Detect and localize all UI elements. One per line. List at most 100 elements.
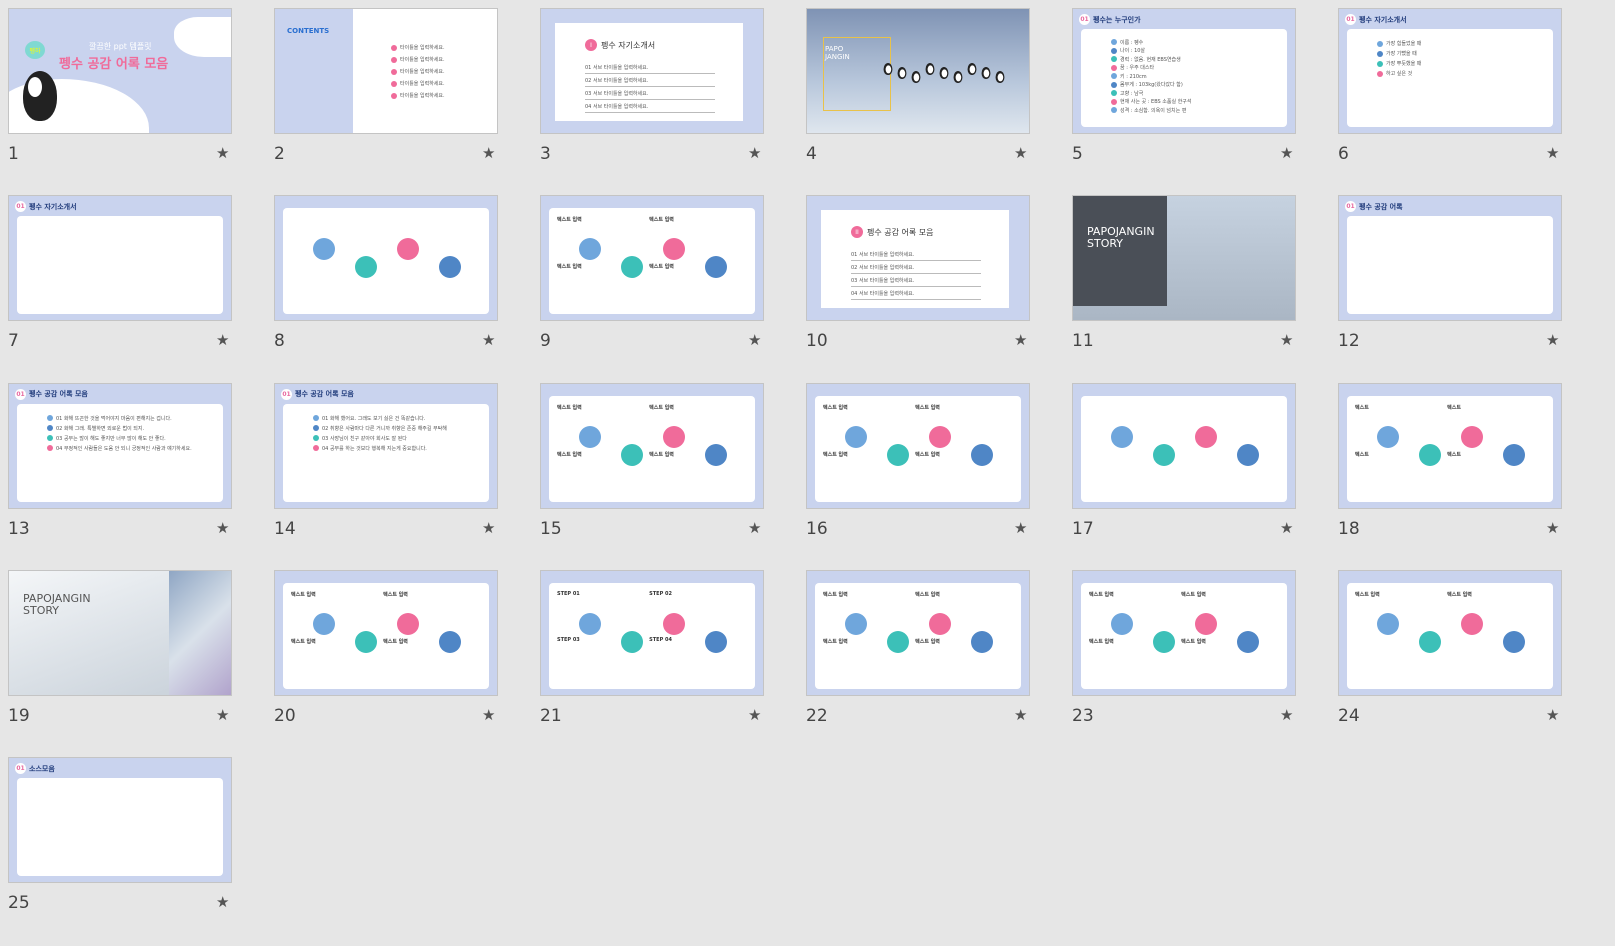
slide-preview[interactable]: CONTENTS 타이틀을 입력하세요. 타이틀을 입력하세요. 타이틀을 입력하세요… xyxy=(274,8,498,134)
star-icon[interactable]: ★ xyxy=(748,519,761,537)
content-panel: 텍스트 입력 텍스트 입력 텍스트 입력 텍스트 입력 xyxy=(815,582,1021,689)
slide-preview[interactable]: 01 화해 했어요. 그래도 보기 싫은 건 똑같습니다. 02 취향은 사람마다… xyxy=(274,382,498,509)
slide-thumbnail-19[interactable]: PAPOJANGIN STORY 19 ★ xyxy=(8,569,232,740)
star-icon[interactable]: ★ xyxy=(216,519,229,537)
slide-thumbnail-6[interactable]: 가장 힘들었을 때 가장 기뻤을 때 가장 뿌듯했을 때 하고 싶은 것 01 펭수 자기… xyxy=(1338,8,1562,178)
content-panel xyxy=(283,208,489,315)
slide-thumbnail-1[interactable]: 깔끔한 ppt 템플릿 펭수 공감 어록 모음 펭하 1 ★ xyxy=(8,8,232,178)
slide-thumbnail-10[interactable]: II 펭수 공감 어록 모음 01 서브 타이틀을 입력하세요. 02 서브 타이틀을… xyxy=(806,195,1030,365)
slide-preview[interactable]: 텍스트 입력 텍스트 입력 텍스트 입력 텍스트 입력 xyxy=(1072,569,1296,696)
slide-thumbnail-18[interactable]: 텍스트 텍스트 텍스트 텍스트 18 ★ xyxy=(1338,382,1562,553)
slide-thumbnail-24[interactable]: 텍스트 입력 텍스트 입력 24 ★ xyxy=(1338,569,1562,740)
slide-thumbnail-7[interactable]: 01 펭수 자기소개서 7 ★ xyxy=(8,195,232,365)
star-icon[interactable]: ★ xyxy=(482,144,495,162)
star-icon[interactable]: ★ xyxy=(1014,519,1027,537)
slide-preview[interactable]: 01 펭수 공감 어록 xyxy=(1338,195,1562,322)
content-item-text: 텍스트 입력 xyxy=(1089,638,1114,645)
star-icon[interactable]: ★ xyxy=(1546,331,1559,349)
bullet xyxy=(313,445,319,452)
star-icon[interactable]: ★ xyxy=(216,144,229,162)
star-icon[interactable]: ★ xyxy=(1546,144,1559,162)
content-item-text: STEP 04 xyxy=(649,636,672,643)
slide-thumbnail-12[interactable]: 01 펭수 공감 어록 12 ★ xyxy=(1338,195,1562,365)
star-icon[interactable]: ★ xyxy=(216,706,229,724)
star-icon[interactable]: ★ xyxy=(1280,706,1293,724)
slide-preview[interactable]: II 펭수 공감 어록 모음 01 서브 타이틀을 입력하세요. 02 서브 타이틀을… xyxy=(806,195,1030,322)
star-icon[interactable]: ★ xyxy=(482,331,495,349)
slide-preview[interactable]: PAPOJANGIN STORY xyxy=(8,569,232,696)
slide-preview[interactable] xyxy=(1072,382,1296,509)
content-item-text: 나이 : 10살 xyxy=(1120,48,1146,54)
star-icon[interactable]: ★ xyxy=(1014,331,1027,349)
slide-preview[interactable]: 텍스트 텍스트 텍스트 텍스트 xyxy=(1338,382,1562,509)
slide-preview[interactable]: I 펭수 자기소개서 01 서브 타이틀을 입력하세요. 02 서브 타이틀을 입력하… xyxy=(540,8,764,134)
slide-preview[interactable]: PAPO JANGIN xyxy=(806,8,1030,134)
slide-preview[interactable]: STEP 01 STEP 02 STEP 03 STEP 04 xyxy=(540,569,764,696)
slide-thumbnail-22[interactable]: 텍스트 입력 텍스트 입력 텍스트 입력 텍스트 입력 22 ★ xyxy=(806,569,1030,740)
penguin-group xyxy=(939,67,949,79)
slide-preview[interactable]: 01 소스모음 xyxy=(8,757,232,884)
slide-thumbnail-21[interactable]: STEP 01 STEP 02 STEP 03 STEP 04 21 ★ xyxy=(540,569,764,740)
slide-number: 8 xyxy=(274,331,285,352)
slide-preview[interactable]: 텍스트 입력 텍스트 입력 xyxy=(1338,569,1562,696)
slide-thumbnail-25[interactable]: 01 소스모음 25 ★ xyxy=(8,757,232,927)
star-icon[interactable]: ★ xyxy=(1280,519,1293,537)
slide-preview[interactable]: 텍스트 입력 텍스트 입력 텍스트 입력 텍스트 입력 xyxy=(806,382,1030,509)
slide-thumbnail-13[interactable]: 01 화해 뜨끈한 것을 먹어야지 마음이 편해지는 겁니다. 02 화해 그래.… xyxy=(8,382,232,553)
penguin-illustration xyxy=(23,71,57,121)
slide-thumbnail-11[interactable]: PAPOJANGIN STORY 11 ★ xyxy=(1072,195,1296,365)
slide-preview[interactable]: 01 화해 뜨끈한 것을 먹어야지 마음이 편해지는 겁니다. 02 화해 그래.… xyxy=(8,382,232,509)
content-item-text: 텍스트 입력 xyxy=(383,638,408,645)
slide-preview[interactable]: 01 펭수 자기소개서 xyxy=(8,195,232,322)
content-item: 02 취향은 사람마다 다른 거니까 취향은 존중 해주길 부탁해 xyxy=(313,425,483,432)
slide-thumbnail-5[interactable]: 이름 : 펭수 나이 : 10살 경력 : 없음. 현재 EBS연습생 꿈 : 우주 … xyxy=(1072,8,1296,178)
content-item: 텍스트 입력 xyxy=(823,638,915,645)
content-list: 텍스트 입력 텍스트 입력 텍스트 입력 텍스트 입력 xyxy=(557,216,749,270)
slide-preview[interactable]: 가장 힘들었을 때 가장 기뻤을 때 가장 뿌듯했을 때 하고 싶은 것 01 펭수 자기… xyxy=(1338,8,1562,134)
slide-preview[interactable]: 깔끔한 ppt 템플릿 펭수 공감 어록 모음 펭하 xyxy=(8,8,232,134)
slide-number: 12 xyxy=(1338,331,1360,352)
slide-preview[interactable]: 텍스트 입력 텍스트 입력 텍스트 입력 텍스트 입력 xyxy=(274,569,498,696)
content-list: 가장 힘들었을 때 가장 기뻤을 때 가장 뿌듯했을 때 하고 싶은 것 xyxy=(1377,37,1547,80)
slide-preview[interactable]: 이름 : 펭수 나이 : 10살 경력 : 없음. 현재 EBS연습생 꿈 : 우주 … xyxy=(1072,8,1296,134)
star-icon[interactable]: ★ xyxy=(216,893,229,911)
slide-thumbnail-3[interactable]: I 펭수 자기소개서 01 서브 타이틀을 입력하세요. 02 서브 타이틀을 입력하… xyxy=(540,8,764,178)
content-item-text: 04 부정적인 사람들은 도움 안 되니 긍정적인 사람과 얘기하세요. xyxy=(56,445,192,452)
star-icon[interactable]: ★ xyxy=(1280,144,1293,162)
slide-thumbnail-16[interactable]: 텍스트 입력 텍스트 입력 텍스트 입력 텍스트 입력 16 ★ xyxy=(806,382,1030,553)
star-icon[interactable]: ★ xyxy=(482,519,495,537)
slide-number: 13 xyxy=(8,518,30,539)
content-item: 텍스트 입력 xyxy=(1447,591,1539,598)
slide-header: 01 펭수 자기소개서 xyxy=(1345,14,1407,25)
star-icon[interactable]: ★ xyxy=(1546,519,1559,537)
content-item-text: 01 화해 했어요. 그래도 보기 싫은 건 똑같습니다. xyxy=(322,415,426,422)
slide-preview[interactable] xyxy=(274,195,498,322)
slide-number: 20 xyxy=(274,705,296,726)
slide-thumbnail-15[interactable]: 텍스트 입력 텍스트 입력 텍스트 입력 텍스트 입력 15 ★ xyxy=(540,382,764,553)
slide-thumbnail-17[interactable]: 17 ★ xyxy=(1072,382,1296,553)
slide-preview[interactable]: 텍스트 입력 텍스트 입력 텍스트 입력 텍스트 입력 xyxy=(540,195,764,322)
slide-preview[interactable]: 텍스트 입력 텍스트 입력 텍스트 입력 텍스트 입력 xyxy=(806,569,1030,696)
star-icon[interactable]: ★ xyxy=(1546,706,1559,724)
slide-preview[interactable]: 텍스트 입력 텍스트 입력 텍스트 입력 텍스트 입력 xyxy=(540,382,764,509)
slide-thumbnail-14[interactable]: 01 화해 했어요. 그래도 보기 싫은 건 똑같습니다. 02 취향은 사람마다… xyxy=(274,382,498,553)
slide-preview[interactable]: PAPOJANGIN STORY xyxy=(1072,195,1296,322)
slide-thumbnail-2[interactable]: CONTENTS 타이틀을 입력하세요. 타이틀을 입력하세요. 타이틀을 입력하세요… xyxy=(274,8,498,178)
slide-thumbnail-4[interactable]: PAPO JANGIN 4 ★ xyxy=(806,8,1030,178)
star-icon[interactable]: ★ xyxy=(1280,331,1293,349)
slide-number: 23 xyxy=(1072,705,1094,726)
star-icon[interactable]: ★ xyxy=(1014,706,1027,724)
star-icon[interactable]: ★ xyxy=(482,706,495,724)
star-icon[interactable]: ★ xyxy=(216,331,229,349)
star-icon[interactable]: ★ xyxy=(748,331,761,349)
section-badge: 01 xyxy=(1345,14,1356,25)
slide-thumbnail-20[interactable]: 텍스트 입력 텍스트 입력 텍스트 입력 텍스트 입력 20 ★ xyxy=(274,569,498,740)
slide-thumbnail-8[interactable]: 8 ★ xyxy=(274,195,498,365)
slide-thumbnail-9[interactable]: 텍스트 입력 텍스트 입력 텍스트 입력 텍스트 입력 9 ★ xyxy=(540,195,764,365)
content-item-text: 꿈 : 우주 대스타 xyxy=(1120,65,1155,71)
star-icon[interactable]: ★ xyxy=(748,706,761,724)
content-item: 04 부정적인 사람들은 도움 안 되니 긍정적인 사람과 얘기하세요. xyxy=(47,445,217,452)
star-icon[interactable]: ★ xyxy=(1014,144,1027,162)
slide-thumbnail-23[interactable]: 텍스트 입력 텍스트 입력 텍스트 입력 텍스트 입력 23 ★ xyxy=(1072,569,1296,740)
star-icon[interactable]: ★ xyxy=(748,144,761,162)
